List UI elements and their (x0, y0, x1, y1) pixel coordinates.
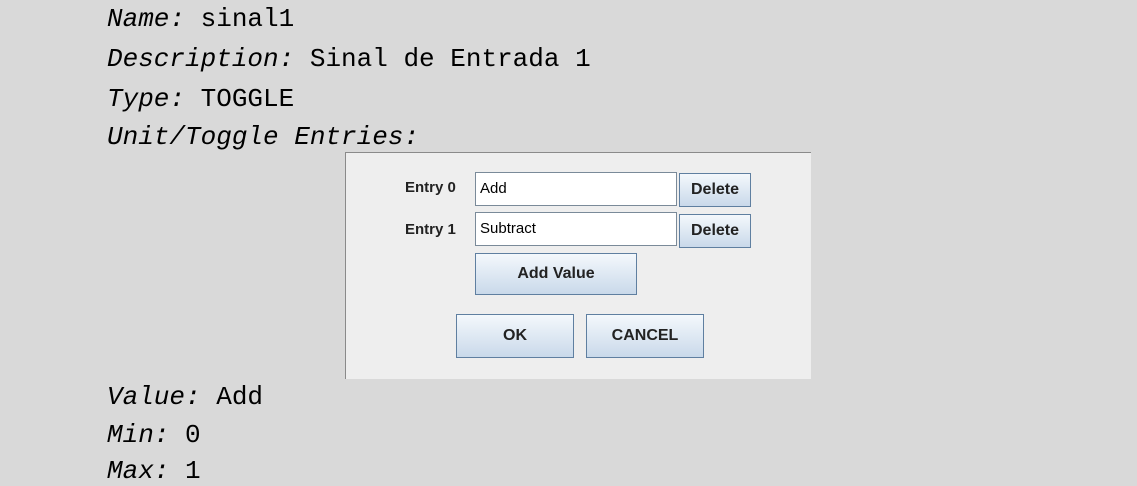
ok-button[interactable]: OK (456, 314, 574, 358)
name-label: Name: (107, 4, 186, 34)
description-value: Sinal de Entrada 1 (294, 44, 591, 74)
entry-1-label: Entry 1 (405, 221, 456, 238)
entry-0-field[interactable]: Add (475, 172, 677, 206)
entry-1-delete-button[interactable]: Delete (679, 214, 751, 248)
name-value: sinal1 (185, 4, 295, 34)
max-label: Max: (107, 456, 170, 486)
add-value-button[interactable]: Add Value (475, 253, 637, 295)
max-row: Max: 1 (107, 456, 201, 486)
value-label: Value: (107, 382, 201, 412)
value-value: Add (200, 382, 264, 412)
min-row: Min: 0 (107, 420, 201, 450)
min-value: 0 (169, 420, 201, 450)
value-row: Value: Add (107, 382, 263, 412)
toggle-entries-dialog: Entry 0 Add Delete Entry 1 Subtract Dele… (345, 152, 811, 379)
name-row: Name: sinal1 (107, 4, 294, 34)
type-row: Type: TOGGLE (107, 84, 294, 114)
max-value: 1 (169, 456, 201, 486)
cancel-button[interactable]: CANCEL (586, 314, 704, 358)
min-label: Min: (107, 420, 170, 450)
description-label: Description: (107, 44, 295, 74)
entry-0-label: Entry 0 (405, 179, 456, 196)
entry-0-delete-button[interactable]: Delete (679, 173, 751, 207)
unit-toggle-row: Unit/Toggle Entries: (107, 122, 419, 152)
entry-1-field[interactable]: Subtract (475, 212, 677, 246)
type-value: TOGGLE (185, 84, 295, 114)
type-label: Type: (107, 84, 186, 114)
unit-toggle-label: Unit/Toggle Entries: (107, 122, 420, 152)
description-row: Description: Sinal de Entrada 1 (107, 44, 591, 74)
